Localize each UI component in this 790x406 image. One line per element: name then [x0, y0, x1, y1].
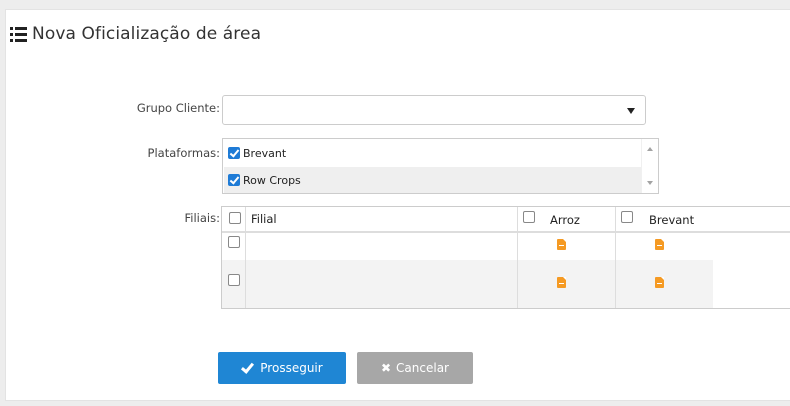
scroll-up-arrow-icon[interactable] — [647, 147, 653, 151]
document-icon[interactable] — [655, 239, 664, 250]
list-icon — [10, 26, 27, 42]
column-header-brevant[interactable]: Brevant — [649, 213, 694, 227]
column-checkbox-arroz[interactable] — [523, 211, 535, 223]
cancelar-button[interactable]: ✖ Cancelar — [357, 352, 473, 384]
select-all-checkbox[interactable] — [229, 212, 241, 224]
form-panel — [5, 9, 790, 401]
column-divider — [517, 207, 518, 308]
plataforma-item-label: Brevant — [243, 146, 287, 160]
checkbox-checked[interactable] — [228, 147, 240, 159]
cancelar-button-label: Cancelar — [396, 361, 449, 375]
prosseguir-button-label: Prosseguir — [260, 361, 323, 375]
caret-down-icon[interactable] — [627, 108, 635, 114]
filiais-label: Filiais: — [184, 211, 220, 225]
table-row-alt-bg — [222, 260, 713, 308]
row-checkbox[interactable] — [228, 236, 240, 248]
page-title-text: Nova Oficialização de área — [32, 24, 262, 44]
grid-header-row — [222, 207, 790, 232]
prosseguir-button[interactable]: Prosseguir — [218, 352, 346, 384]
plataformas-listbox[interactable]: Brevant Row Crops — [222, 138, 659, 194]
listbox-scrollbar[interactable] — [641, 139, 658, 193]
plataforma-item[interactable]: Brevant — [224, 140, 641, 166]
checkbox-checked[interactable] — [228, 174, 240, 186]
grupo-cliente-select[interactable] — [222, 95, 646, 125]
filiais-grid: Filial Arroz Brevant — [221, 206, 790, 309]
scroll-down-arrow-icon[interactable] — [647, 181, 653, 185]
close-icon: ✖ — [380, 361, 392, 375]
page-title: Nova Oficialização de área — [10, 24, 261, 44]
column-header-filial[interactable]: Filial — [251, 212, 277, 226]
row-checkbox[interactable] — [228, 274, 240, 286]
header-divider — [222, 232, 790, 233]
document-icon[interactable] — [557, 277, 566, 288]
document-icon[interactable] — [655, 277, 664, 288]
document-icon[interactable] — [557, 239, 566, 250]
plataforma-item-label: Row Crops — [243, 173, 301, 187]
check-icon — [241, 363, 254, 373]
column-checkbox-brevant[interactable] — [621, 211, 633, 223]
grupo-cliente-label: Grupo Cliente: — [136, 101, 220, 115]
column-header-arroz[interactable]: Arroz — [550, 213, 580, 227]
plataformas-label: Plataformas: — [147, 146, 220, 160]
plataforma-item[interactable]: Row Crops — [224, 167, 641, 193]
column-divider — [615, 207, 616, 308]
column-divider — [245, 207, 246, 308]
